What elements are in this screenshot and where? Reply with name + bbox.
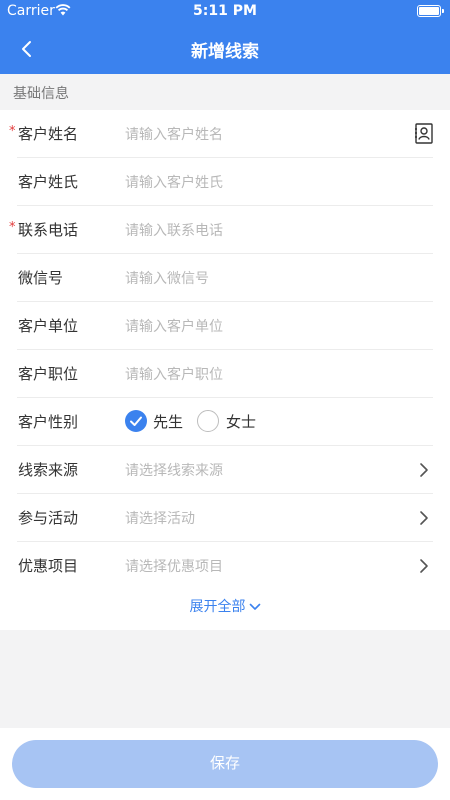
discount-row[interactable]: 优惠项目 请选择优惠项目 [0,542,450,590]
page-title: 新增线索 [191,42,259,62]
customer-name-input[interactable]: 请输入客户姓名 [125,124,223,144]
position-row[interactable]: 客户职位 请输入客户职位 [0,350,450,398]
position-input[interactable]: 请输入客户职位 [125,364,223,384]
activity-row[interactable]: 参与活动 请选择活动 [0,494,450,542]
chevron-down-icon [249,603,260,610]
company-label: 客户单位 [18,317,79,335]
discount-select[interactable]: 请选择优惠项目 [125,556,223,576]
position-label: 客户职位 [18,365,79,383]
gender-male-radio[interactable] [125,410,147,432]
activity-label: 参与活动 [18,509,79,527]
customer-name-row[interactable]: * 客户姓名 请输入客户姓名 [0,110,450,158]
gender-label: 客户性别 [18,413,79,431]
chevron-right-icon [420,559,428,573]
wechat-input[interactable]: 请输入微信号 [125,268,209,288]
save-button[interactable]: 保存 [12,740,438,788]
gender-female-label[interactable]: 女士 [226,411,256,432]
top-bar: Carrier 5:11 PM 新增线索 [0,0,450,74]
checkmark-icon [130,416,142,426]
gender-female-radio[interactable] [197,410,219,432]
status-bar: Carrier 5:11 PM [0,0,450,24]
section-header: 基础信息 [13,86,69,102]
lead-source-label: 线索来源 [18,461,79,479]
company-input[interactable]: 请输入客户单位 [125,316,223,336]
phone-row[interactable]: * 联系电话 请输入联系电话 [0,206,450,254]
customer-surname-row[interactable]: 客户姓氏 请输入客户姓氏 [0,158,450,206]
status-time: 5:11 PM [193,3,257,19]
lead-form: * 客户姓名 请输入客户姓名 客户姓氏 请输入客户姓氏 * 联系电话 请输入联系… [0,110,450,630]
activity-select[interactable]: 请选择活动 [125,508,195,528]
battery-icon [417,5,444,17]
wechat-row[interactable]: 微信号 请输入微信号 [0,254,450,302]
customer-surname-input[interactable]: 请输入客户姓氏 [125,172,223,192]
phone-input[interactable]: 请输入联系电话 [125,220,223,240]
lead-source-row[interactable]: 线索来源 请选择线索来源 [0,446,450,494]
wechat-label: 微信号 [18,269,64,287]
chevron-right-icon [420,511,428,525]
gender-male-label[interactable]: 先生 [153,411,183,432]
contact-card-icon[interactable] [415,123,433,144]
discount-label: 优惠项目 [18,557,79,575]
expand-all-button[interactable]: 展开全部 [0,596,450,616]
required-mark: * [9,124,16,139]
customer-name-label: 客户姓名 [18,125,79,143]
phone-label: 联系电话 [18,221,79,239]
gender-row: 客户性别 先生 女士 [0,398,450,446]
lead-source-select[interactable]: 请选择线索来源 [125,460,223,480]
customer-surname-label: 客户姓氏 [18,173,79,191]
company-row[interactable]: 客户单位 请输入客户单位 [0,302,450,350]
chevron-right-icon [420,463,428,477]
required-mark: * [9,220,16,235]
footer-bar: 保存 [0,728,450,800]
expand-all-label: 展开全部 [189,599,246,615]
